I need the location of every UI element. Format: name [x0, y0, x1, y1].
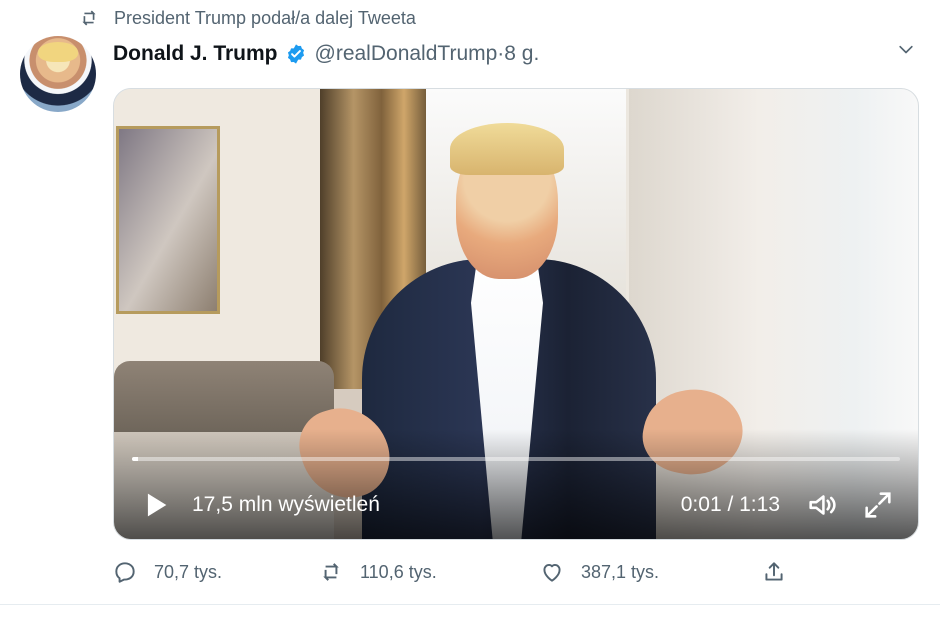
like-action[interactable]: 387,1 tys. [539, 555, 761, 589]
video-person-hair [450, 123, 564, 175]
volume-button[interactable] [800, 483, 844, 527]
share-action[interactable] [761, 555, 803, 589]
tweet-time[interactable]: 8 g. [504, 42, 539, 66]
play-button[interactable] [134, 484, 176, 526]
tweet-header: Donald J. Trump @realDonaldTrump · 8 g. [113, 38, 539, 70]
tweet-actions: 70,7 tys. 110,6 tys. 387,1 tys. [112, 555, 897, 589]
video-controls-overlay [114, 429, 918, 539]
retweet-count: 110,6 tys. [360, 561, 437, 582]
video-progress-fill [132, 457, 139, 461]
author-name[interactable]: Donald J. Trump [113, 42, 278, 66]
share-icon [765, 562, 783, 581]
avatar[interactable] [20, 36, 96, 112]
retweet-icon [82, 10, 96, 26]
verified-badge-icon [287, 44, 304, 64]
retweet-context-text: President Trump podał/a dalej Tweeta [114, 7, 416, 28]
retweet-count-icon [323, 563, 339, 581]
retweet-action[interactable]: 110,6 tys. [318, 555, 539, 589]
video-views: 17,5 mln wyświetleń [192, 493, 380, 516]
meta-separator: · [497, 42, 505, 65]
play-icon [147, 493, 167, 517]
heart-icon [543, 563, 561, 582]
like-count: 387,1 tys. [581, 561, 660, 582]
fullscreen-icon [865, 492, 891, 518]
reply-icon [115, 562, 135, 583]
video-player[interactable]: 17,5 mln wyświetleń 0:01 / 1:13 [113, 88, 919, 540]
video-progress-bar[interactable] [132, 457, 900, 461]
fullscreen-button[interactable] [856, 483, 900, 527]
chevron-down-icon[interactable] [896, 40, 916, 60]
video-wall-picture [116, 126, 220, 314]
author-handle[interactable]: @realDonaldTrump [315, 42, 498, 66]
tweet-divider [0, 604, 940, 605]
video-time: 0:01 / 1:13 [680, 493, 780, 516]
volume-icon [809, 495, 836, 515]
reply-count: 70,7 tys. [154, 561, 223, 582]
retweet-context: President Trump podał/a dalej Tweeta [78, 6, 416, 30]
reply-action[interactable]: 70,7 tys. [112, 555, 318, 589]
